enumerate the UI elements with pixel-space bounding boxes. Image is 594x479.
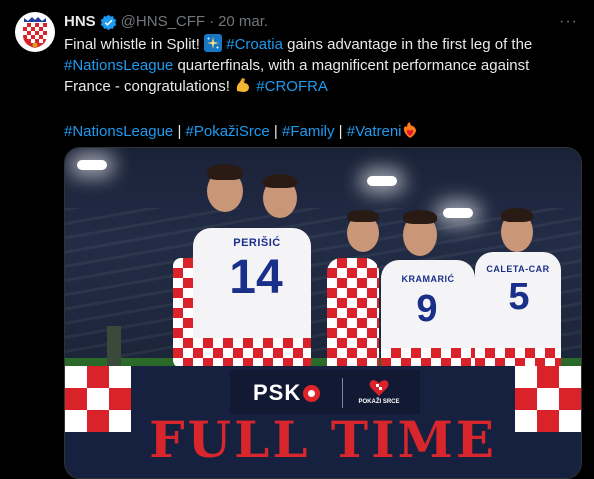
- avatar[interactable]: [15, 12, 55, 52]
- floodlight: [77, 160, 107, 170]
- tweet-body: Final whistle in Split! #Croatia gains a…: [64, 34, 580, 145]
- jersey-number: 5: [508, 276, 530, 318]
- tag-separator: |: [338, 123, 343, 140]
- header-separator: ·: [209, 13, 215, 30]
- tweet-media-image[interactable]: PERIŠIĆ 14 KRAMARIĆ 9 CALETA-CAR 5 PSK P…: [64, 147, 582, 479]
- floodlight: [443, 208, 473, 218]
- tweet-text-segment: France - congratulations!: [64, 78, 230, 95]
- author-handle[interactable]: @HNS_CFF: [121, 12, 205, 32]
- tweet-header: HNS @HNS_CFF · 20 mar.: [64, 12, 584, 32]
- tweet-line-2: #NationsLeague quarterfinals, with a mag…: [64, 55, 580, 76]
- jersey-name-label: CALETA-CAR: [486, 264, 550, 274]
- tweet-timestamp[interactable]: 20 mar.: [218, 12, 268, 32]
- hashtag-vatreni[interactable]: #Vatreni: [347, 123, 402, 140]
- floodlight: [367, 176, 397, 186]
- muscle-emoji: [234, 76, 252, 100]
- fire-heart-emoji: [402, 122, 418, 145]
- psk-logo: PSK: [253, 380, 321, 406]
- tweet-line-1: Final whistle in Split! #Croatia gains a…: [64, 34, 580, 55]
- sparkle-emoji: [204, 34, 223, 52]
- verified-badge-icon: [100, 14, 117, 31]
- author-name[interactable]: HNS: [64, 12, 96, 32]
- football-icon: [303, 384, 321, 402]
- player-perisic: PERIŠIĆ 14: [193, 228, 311, 378]
- hashtag-crofra[interactable]: #CROFRA: [256, 78, 328, 95]
- tweet-text-segment: quarterfinals, with a magnificent perfor…: [177, 57, 530, 74]
- tweet-tags-line: #NationsLeague | #PokažiSrce | #Family |…: [64, 121, 580, 145]
- player-middle: [327, 258, 379, 368]
- pokazi-srce-label: POKAŽI SRCE: [358, 399, 400, 405]
- tweet-text-segment: Final whistle in Split!: [64, 36, 200, 53]
- full-time-headline: FULL TIME: [149, 410, 497, 469]
- logo-divider: [342, 378, 343, 408]
- hashtag-nationsleague-2[interactable]: #NationsLeague: [64, 123, 173, 140]
- tag-separator: |: [177, 123, 182, 140]
- hashtag-nationsleague[interactable]: #NationsLeague: [64, 57, 173, 74]
- hashtag-croatia[interactable]: #Croatia: [226, 36, 283, 53]
- jersey-number: 14: [229, 251, 283, 304]
- jersey-name-label: KRAMARIĆ: [401, 274, 455, 284]
- tweet-text-segment: gains advantage in the first leg of the: [287, 36, 533, 53]
- jersey-number: 9: [416, 288, 438, 330]
- hns-crest-icon: [23, 17, 47, 48]
- jersey-name-label: PERIŠIĆ: [233, 237, 281, 249]
- player-caleta-car: CALETA-CAR 5: [475, 252, 561, 378]
- psk-logo-text: PSK: [253, 380, 302, 405]
- hashtag-family[interactable]: #Family: [282, 123, 335, 140]
- hashtag-pokazisrce[interactable]: #PokažiSrce: [186, 123, 270, 140]
- more-options-icon[interactable]: ···: [559, 12, 578, 32]
- tag-separator: |: [273, 123, 278, 140]
- background-player: [107, 326, 121, 366]
- heart-icon: [369, 380, 389, 396]
- player-kramaric: KRAMARIĆ 9: [381, 260, 475, 380]
- tweet-line-3: France - congratulations! #CROFRA: [64, 76, 580, 100]
